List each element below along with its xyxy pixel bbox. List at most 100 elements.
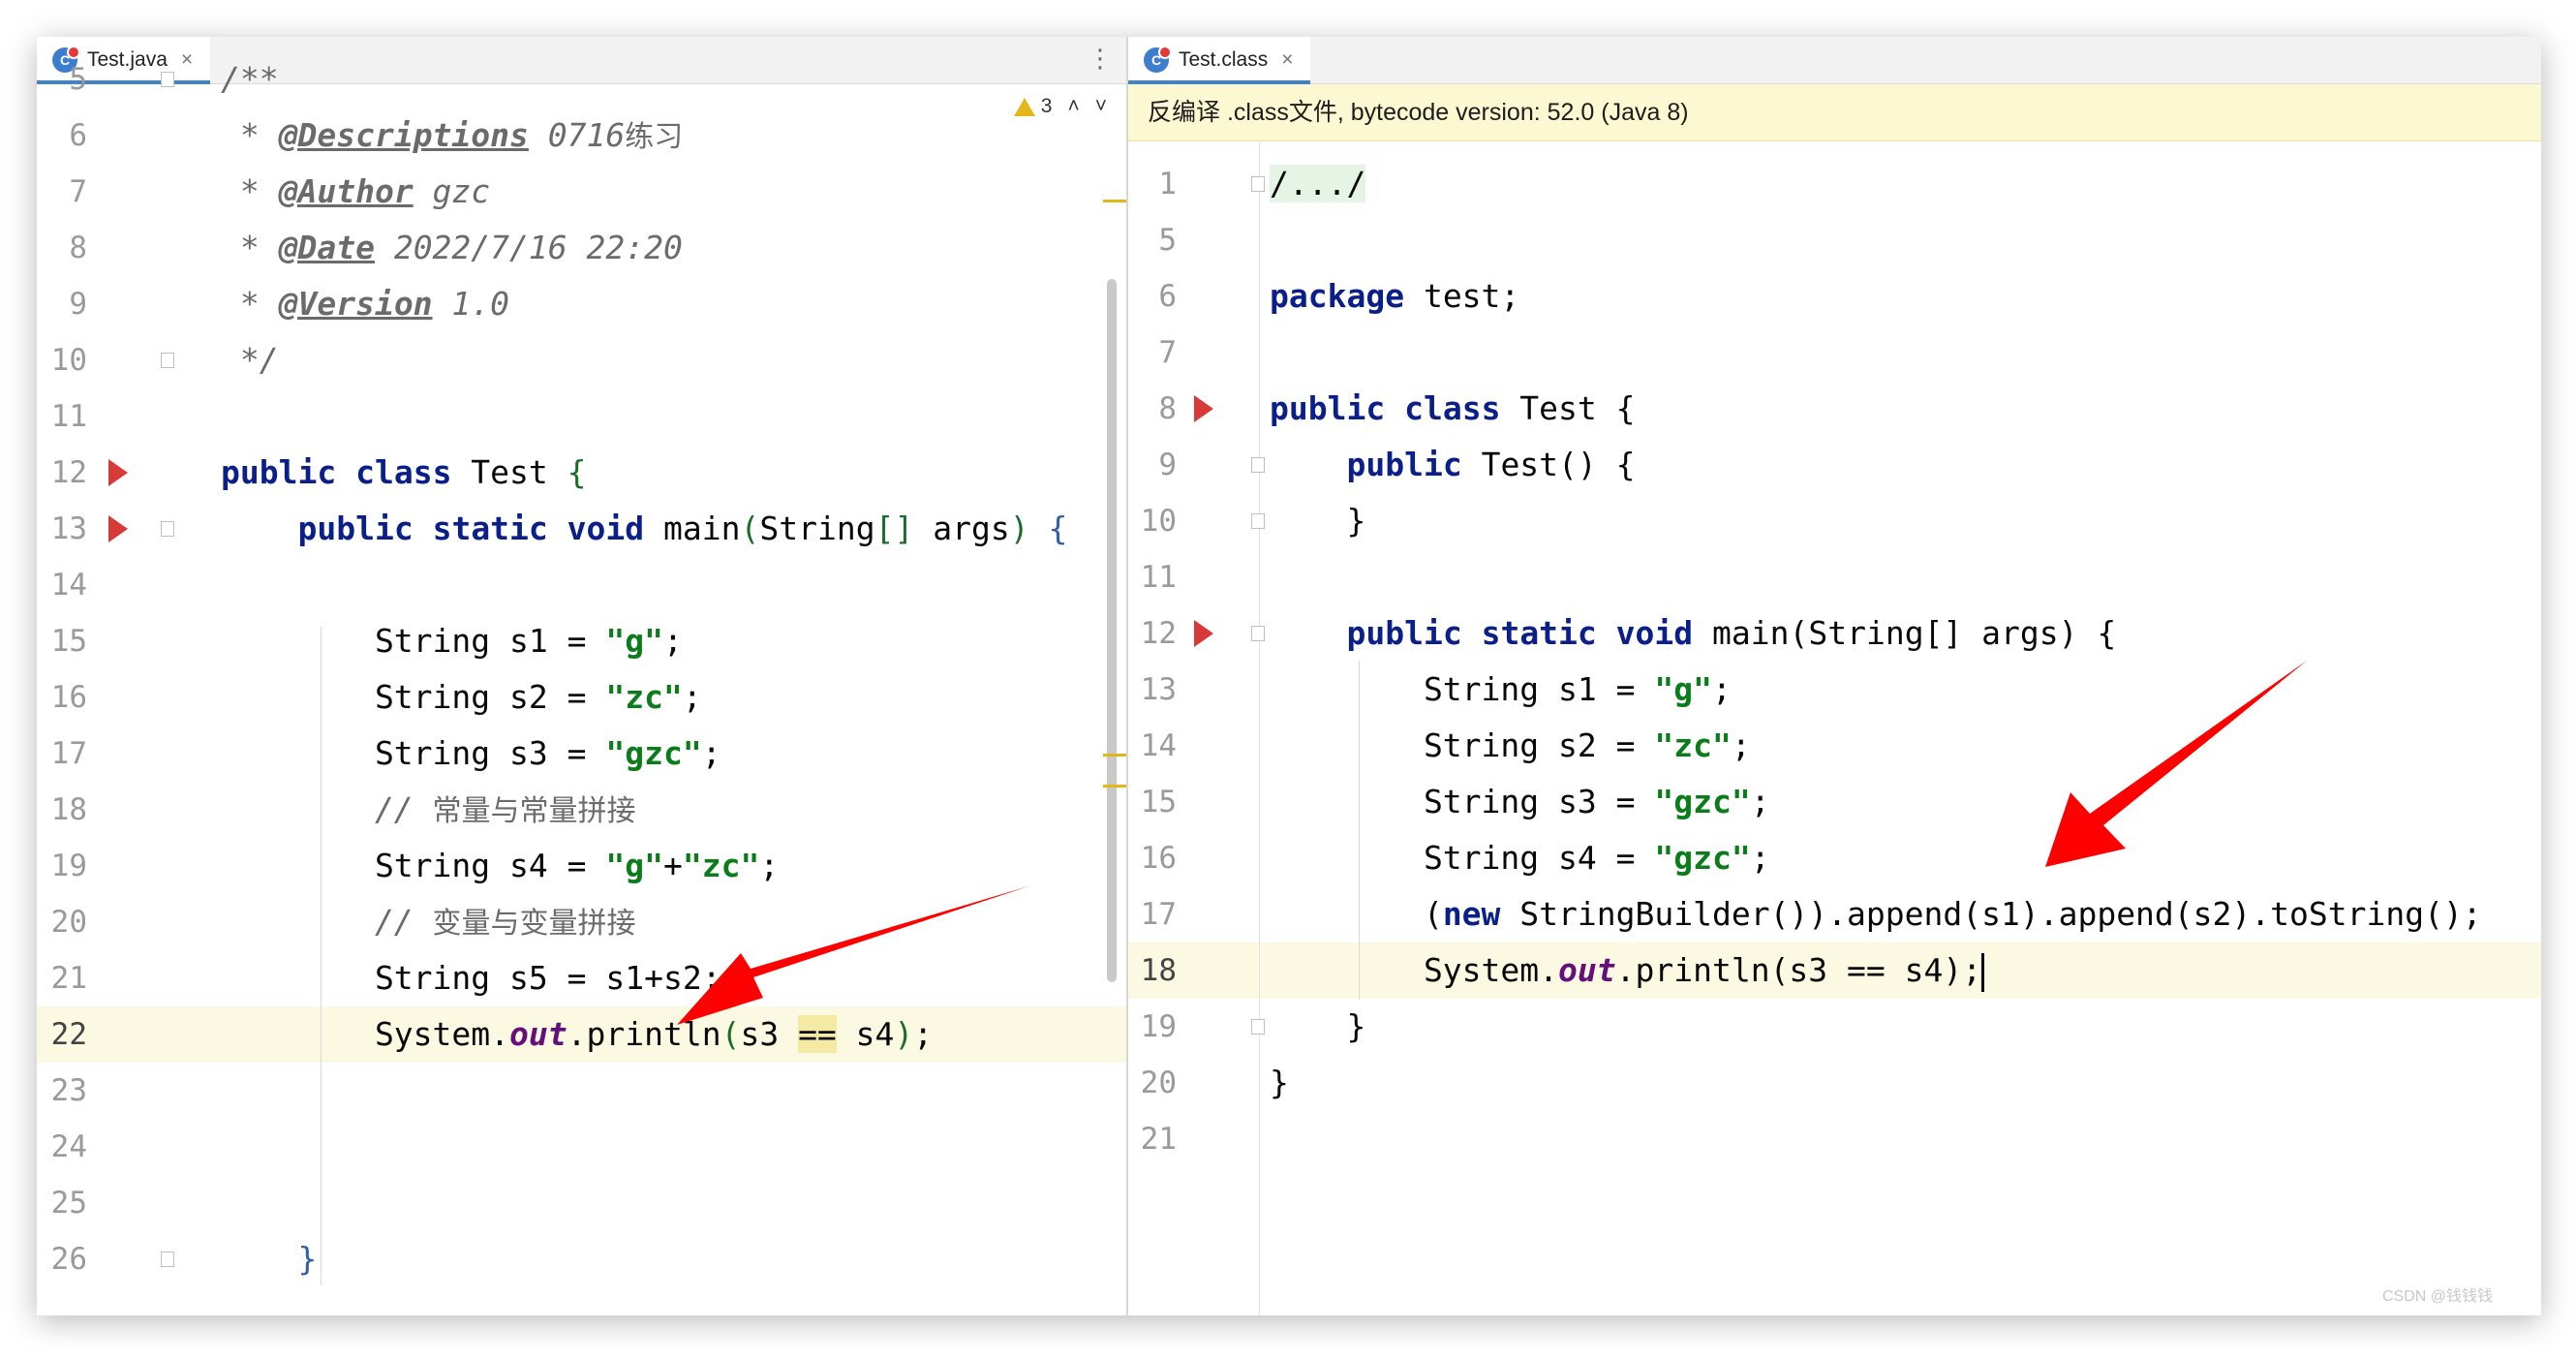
line-number[interactable]: 24 bbox=[37, 1119, 87, 1175]
code-line[interactable]: * @Date 2022/7/16 22:20 bbox=[170, 220, 1126, 276]
code-line[interactable]: String s4 = "gzc"; bbox=[1260, 830, 2541, 886]
close-icon[interactable]: × bbox=[1281, 48, 1293, 72]
left-scrollbar[interactable] bbox=[1107, 279, 1117, 982]
line-number[interactable]: 5 bbox=[37, 51, 87, 108]
line-number[interactable]: 9 bbox=[1128, 437, 1177, 493]
code-line[interactable]: */ bbox=[170, 332, 1126, 388]
code-line[interactable]: * @Author gzc bbox=[170, 164, 1126, 220]
line-number[interactable]: 26 bbox=[37, 1231, 87, 1287]
left-code-area[interactable]: /** * @Descriptions 0716练习 * @Author gzc… bbox=[170, 60, 1126, 1315]
code-line[interactable] bbox=[170, 388, 1126, 445]
line-number[interactable]: 25 bbox=[37, 1175, 87, 1231]
run-icon[interactable] bbox=[108, 459, 128, 486]
code-line[interactable] bbox=[1260, 549, 2541, 605]
line-number[interactable]: 7 bbox=[1128, 325, 1177, 381]
code-line[interactable] bbox=[1260, 325, 2541, 381]
line-number[interactable]: 1 bbox=[1128, 156, 1177, 212]
code-line[interactable] bbox=[170, 1063, 1126, 1119]
line-number[interactable]: 19 bbox=[37, 838, 87, 894]
code-line[interactable]: public static void main(String[] args) { bbox=[1260, 605, 2541, 662]
line-number[interactable]: 8 bbox=[1128, 381, 1177, 437]
code-line[interactable]: package test; bbox=[1260, 268, 2541, 325]
code-line[interactable]: * @Version 1.0 bbox=[170, 276, 1126, 332]
code-line[interactable]: System.out.println(s3 == s4); bbox=[1260, 943, 2541, 999]
code-line[interactable]: String s3 = "gzc"; bbox=[170, 726, 1126, 782]
warning-marker[interactable] bbox=[1103, 785, 1126, 788]
right-code-area[interactable]: /.../ package test; public class Test { pu… bbox=[1260, 141, 2541, 1315]
code-line[interactable] bbox=[170, 1119, 1126, 1175]
line-number[interactable]: 18 bbox=[37, 782, 87, 838]
code-line[interactable]: public static void main(String[] args) { bbox=[170, 501, 1126, 557]
line-number[interactable]: 14 bbox=[37, 557, 87, 613]
line-number[interactable]: 13 bbox=[1128, 662, 1177, 718]
line-number[interactable]: 14 bbox=[1128, 718, 1177, 774]
line-number[interactable]: 23 bbox=[37, 1063, 87, 1119]
line-number[interactable]: 10 bbox=[37, 332, 87, 388]
line-number[interactable]: 21 bbox=[37, 950, 87, 1006]
warning-marker[interactable] bbox=[1103, 754, 1126, 757]
code-line[interactable]: String s2 = "zc"; bbox=[170, 669, 1126, 726]
run-icon[interactable] bbox=[108, 515, 128, 542]
tab-test-class[interactable]: C Test.class × bbox=[1128, 37, 1311, 84]
code-line[interactable]: * @Descriptions 0716练习 bbox=[170, 108, 1126, 164]
code-line[interactable]: String s4 = "g"+"zc"; bbox=[170, 838, 1126, 894]
line-number[interactable]: 17 bbox=[1128, 886, 1177, 943]
line-number[interactable]: 13 bbox=[37, 501, 87, 557]
code-line[interactable]: /.../ bbox=[1260, 156, 2541, 212]
tab-label: Test.class bbox=[1179, 48, 1269, 71]
run-icon[interactable] bbox=[1194, 620, 1213, 647]
line-number[interactable]: 5 bbox=[1128, 212, 1177, 268]
line-number[interactable]: 21 bbox=[1128, 1111, 1177, 1167]
code-line[interactable]: // 变量与变量拼接 bbox=[170, 894, 1126, 950]
code-line[interactable]: String s5 = s1+s2; bbox=[170, 950, 1126, 1006]
previous-highlight-icon[interactable]: ˄ bbox=[1067, 95, 1079, 118]
line-number[interactable]: 15 bbox=[1128, 774, 1177, 830]
code-line[interactable]: public class Test { bbox=[170, 445, 1126, 501]
code-line[interactable]: String s3 = "gzc"; bbox=[1260, 774, 2541, 830]
line-number[interactable]: 10 bbox=[1128, 493, 1177, 549]
line-number[interactable]: 7 bbox=[37, 164, 87, 220]
code-line[interactable]: } bbox=[1260, 1055, 2541, 1111]
code-line[interactable] bbox=[1260, 1111, 2541, 1167]
next-highlight-icon[interactable]: ˅ bbox=[1095, 95, 1107, 118]
line-number[interactable]: 16 bbox=[37, 669, 87, 726]
line-number[interactable]: 15 bbox=[37, 613, 87, 669]
code-line[interactable] bbox=[170, 1175, 1126, 1231]
code-line[interactable] bbox=[170, 557, 1126, 613]
line-number[interactable]: 16 bbox=[1128, 830, 1177, 886]
warning-marker[interactable] bbox=[1103, 200, 1126, 202]
line-number[interactable]: 19 bbox=[1128, 999, 1177, 1055]
indent-guide bbox=[321, 627, 322, 1285]
code-line[interactable]: } bbox=[1260, 493, 2541, 549]
line-number[interactable]: 6 bbox=[37, 108, 87, 164]
line-number[interactable]: 20 bbox=[37, 894, 87, 950]
class-file-icon: C bbox=[1144, 46, 1172, 73]
line-number[interactable]: 12 bbox=[1128, 605, 1177, 662]
inspection-widget[interactable]: 3 ˄ ˅ bbox=[1013, 95, 1107, 118]
line-number[interactable]: 11 bbox=[1128, 549, 1177, 605]
code-line[interactable]: String s1 = "g"; bbox=[170, 613, 1126, 669]
code-line[interactable]: String s2 = "zc"; bbox=[1260, 718, 2541, 774]
line-number[interactable]: 6 bbox=[1128, 268, 1177, 325]
line-number[interactable]: 22 bbox=[37, 1006, 87, 1063]
code-line[interactable]: /** bbox=[170, 51, 1126, 108]
line-number[interactable]: 18 bbox=[1128, 943, 1177, 999]
code-line[interactable]: } bbox=[170, 1231, 1126, 1287]
code-line[interactable]: System.out.println(s3 == s4); bbox=[170, 1006, 1126, 1063]
line-number[interactable]: 11 bbox=[37, 388, 87, 445]
code-line[interactable]: public class Test { bbox=[1260, 381, 2541, 437]
code-line[interactable]: } bbox=[1260, 999, 2541, 1055]
code-line[interactable] bbox=[1260, 212, 2541, 268]
line-number[interactable]: 8 bbox=[37, 220, 87, 276]
left-editor-pane: C Test.java × ⋮ 5 6 7 8 9 10 11 12 13 14 15 16 17 18 1… bbox=[37, 37, 1126, 1315]
code-line[interactable]: // 常量与常量拼接 bbox=[170, 782, 1126, 838]
code-line[interactable]: public Test() { bbox=[1260, 437, 2541, 493]
line-number[interactable]: 17 bbox=[37, 726, 87, 782]
line-number[interactable]: 20 bbox=[1128, 1055, 1177, 1111]
line-number[interactable]: 9 bbox=[37, 276, 87, 332]
code-line[interactable]: (new StringBuilder()).append(s1).append(… bbox=[1260, 886, 2541, 943]
line-number[interactable]: 12 bbox=[37, 445, 87, 501]
warning-count[interactable]: 3 bbox=[1013, 95, 1052, 118]
code-line[interactable]: String s1 = "g"; bbox=[1260, 662, 2541, 718]
run-icon[interactable] bbox=[1194, 395, 1213, 422]
